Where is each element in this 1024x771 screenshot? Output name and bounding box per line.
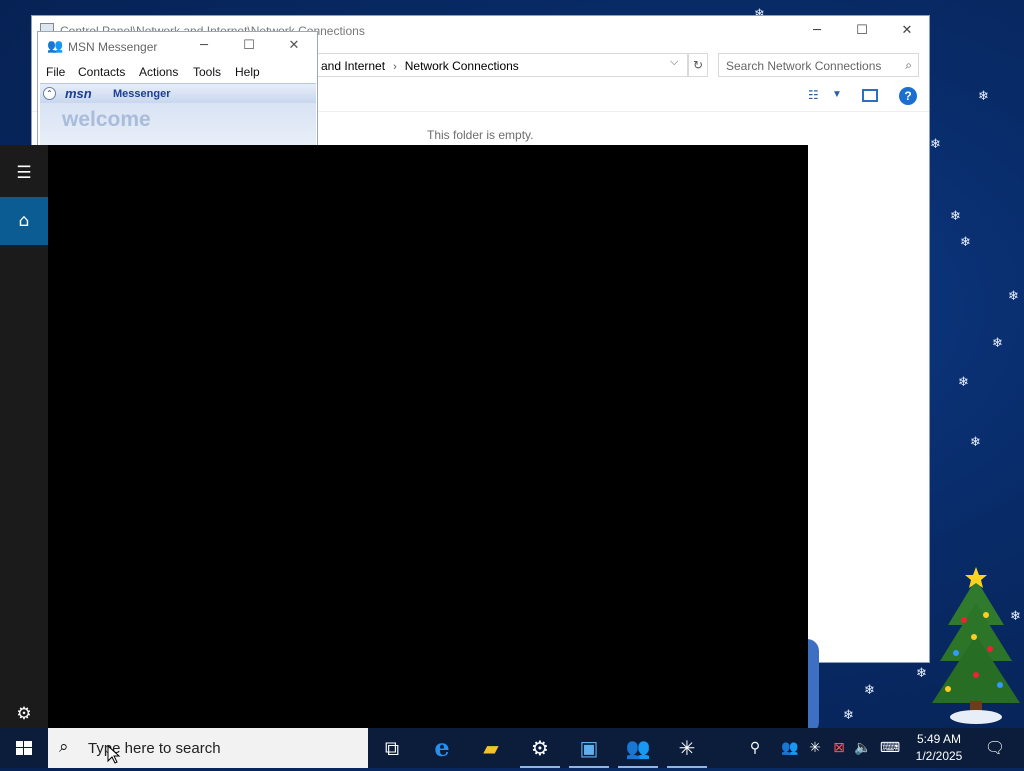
file-explorer-icon[interactable]: ▰ (467, 728, 515, 768)
snowflake-icon: ❄ (970, 435, 981, 450)
minimize-icon[interactable]: ─ (794, 16, 840, 46)
address-dropdown-icon[interactable]: ⌵ (670, 56, 678, 69)
start-menu-rail: ☰ ⌂ ⚙ (0, 145, 48, 728)
hamburger-menu-icon[interactable]: ☰ (0, 149, 48, 197)
internet-explorer-icon[interactable]: e (418, 728, 466, 768)
view-dropdown-icon[interactable]: ▼ (832, 89, 842, 100)
search-icon: ⌕ (59, 737, 69, 757)
maximize-icon[interactable]: ☐ (226, 32, 272, 60)
refresh-icon[interactable]: ↻ (688, 53, 708, 77)
taskbar-search-box[interactable]: ⌕ Type here to search (48, 728, 368, 768)
start-button[interactable] (0, 728, 48, 768)
preview-pane-icon[interactable] (862, 89, 878, 102)
msn-buddy-icon: 👥 (47, 39, 64, 54)
clock[interactable]: 5:49 AM 1/2/2025 (906, 731, 972, 765)
snowflake-icon: ❄ (958, 375, 969, 390)
christmas-tree-decoration (932, 567, 1020, 724)
menu-help[interactable]: Help (235, 65, 260, 79)
people-icon[interactable]: ⚲ (742, 728, 768, 768)
network-error-icon[interactable]: ⊠ (827, 728, 851, 768)
menu-actions[interactable]: Actions (139, 65, 178, 79)
menu-tools[interactable]: Tools (193, 65, 221, 79)
action-center-icon[interactable]: 🗨 (980, 728, 1010, 768)
welcome-text: welcome (62, 108, 151, 131)
msn-menu-bar: File Contacts Actions Tools Help (38, 62, 317, 82)
volume-icon[interactable]: 🔈 (851, 728, 875, 768)
change-view-icon[interactable]: ☷ (808, 88, 819, 102)
close-icon[interactable]: ✕ (884, 16, 930, 46)
menu-contacts[interactable]: Contacts (78, 65, 125, 79)
breadcrumb-network-and-internet[interactable]: and Internet (321, 59, 385, 73)
snowflake-icon: ❄ (864, 683, 875, 698)
search-placeholder: Search Network Connections (726, 59, 882, 73)
msn-messenger-window[interactable]: 👥 MSN Messenger ─ ☐ ✕ File Contacts Acti… (37, 31, 318, 161)
task-view-icon[interactable]: ⧉ (368, 728, 416, 768)
snowflake-icon: ❄ (1008, 289, 1019, 304)
background-window-edge (807, 639, 819, 734)
msn-brand: msn (65, 86, 92, 101)
help-icon[interactable]: ? (899, 87, 917, 105)
msn-tray-icon[interactable]: 👥 (778, 728, 802, 768)
snowflake-tray-icon[interactable]: ✳ (803, 728, 827, 768)
windows-logo-icon (16, 741, 32, 755)
msn-brand-product: Messenger (113, 88, 171, 100)
snowflake-icon: ❄ (978, 89, 989, 104)
breadcrumb-separator-icon: › (393, 61, 397, 73)
mouse-cursor-icon (107, 745, 121, 764)
start-menu[interactable]: ☰ ⌂ ⚙ (0, 145, 808, 728)
snowflake-icon: ❄ (950, 209, 961, 224)
breadcrumb-network-connections[interactable]: Network Connections (405, 59, 519, 73)
snowflake-icon: ❄ (960, 235, 971, 250)
empty-folder-message: This folder is empty. (427, 128, 534, 142)
home-icon[interactable]: ⌂ (0, 197, 48, 245)
close-icon[interactable]: ✕ (271, 32, 317, 60)
snowflake-icon: ❄ (930, 137, 941, 152)
taskbar: ⌕ Type here to search ⧉ e ▰ ⚙ ▣ 👥 ✳ ⚲ 👥 … (0, 728, 1024, 768)
address-bar[interactable]: and Internet › Network Connections (312, 53, 688, 77)
settings-gear-icon[interactable]: ⚙ (516, 728, 564, 768)
snowflake-app-icon[interactable]: ✳ (663, 728, 711, 768)
clock-time: 5:49 AM (916, 732, 962, 746)
collapse-icon[interactable]: ⌃ (43, 87, 56, 100)
clock-date: 1/2/2025 (915, 749, 963, 763)
snowflake-icon: ❄ (843, 708, 854, 723)
search-network-connections-input[interactable]: Search Network Connections ⌕ (718, 53, 919, 77)
snowflake-icon: ❄ (916, 666, 927, 681)
msn-title-bar[interactable]: 👥 MSN Messenger ─ ☐ ✕ (38, 32, 317, 60)
snowflake-icon: ❄ (992, 336, 1003, 351)
keyboard-icon[interactable]: ⌨ (876, 728, 904, 768)
maximize-icon[interactable]: ☐ (839, 16, 885, 46)
minimize-icon[interactable]: ─ (181, 32, 227, 60)
network-connections-icon[interactable]: ▣ (565, 728, 613, 768)
msn-title: MSN Messenger (68, 40, 158, 54)
menu-file[interactable]: File (46, 65, 65, 79)
msn-header-bar: ⌃ msn Messenger (40, 83, 316, 103)
search-icon: ⌕ (905, 58, 912, 72)
msn-messenger-icon[interactable]: 👥 (614, 728, 662, 768)
